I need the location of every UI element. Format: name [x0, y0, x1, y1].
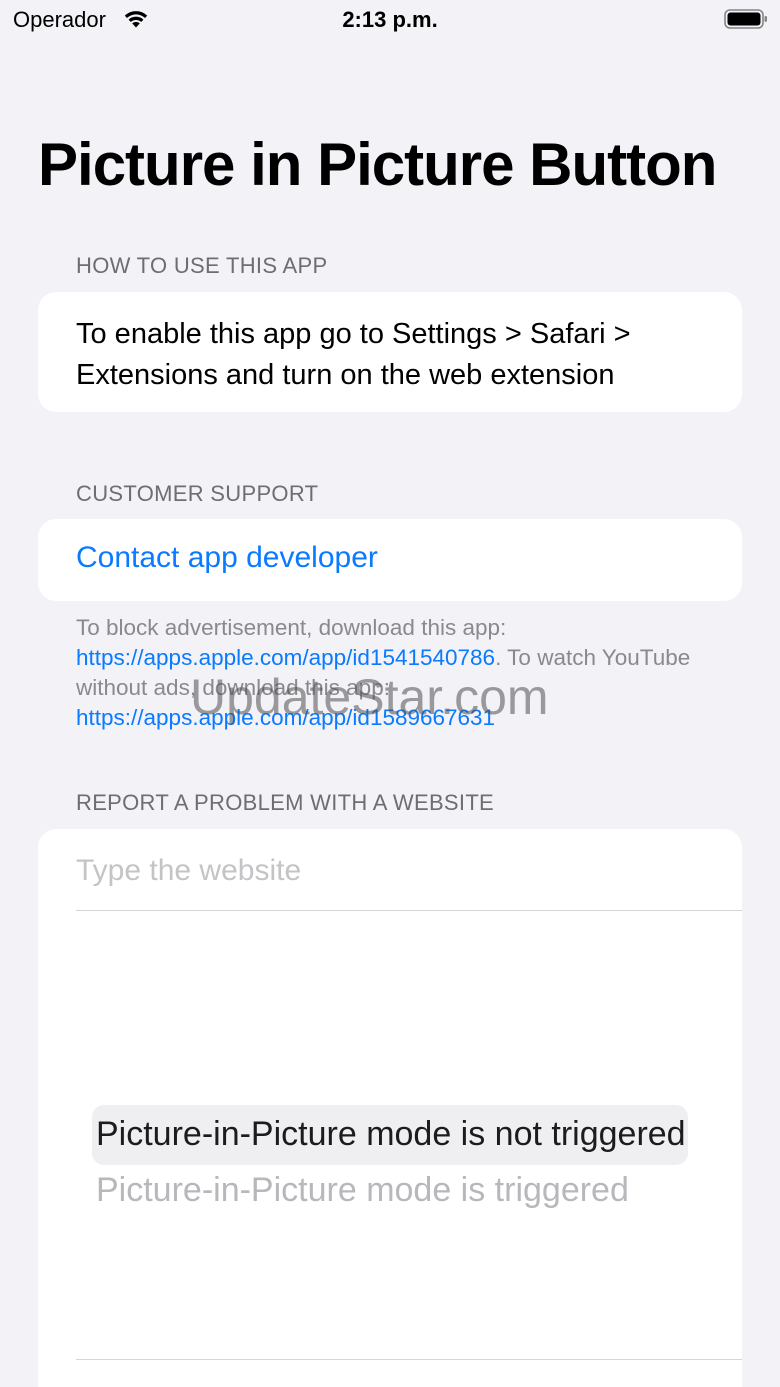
- footer-text-1: To block advertisement, download this ap…: [76, 615, 507, 640]
- report-section-header: REPORT A PROBLEM WITH A WEBSITE: [76, 790, 495, 815]
- how-to-section-header: HOW TO USE THIS APP: [76, 253, 328, 278]
- youtube-app-link[interactable]: https://apps.apple.com/app/id1589667631: [76, 705, 495, 730]
- battery-full-icon: [724, 9, 767, 29]
- website-input[interactable]: [76, 849, 736, 893]
- support-card[interactable]: Contact app developer: [38, 519, 742, 601]
- adblock-app-link[interactable]: https://apps.apple.com/app/id1541540786: [76, 645, 495, 670]
- status-time: 2:13 p.m.: [342, 7, 438, 32]
- picker-option-not-triggered[interactable]: Picture-in-Picture mode is not triggered: [96, 1115, 696, 1154]
- contact-developer-link[interactable]: Contact app developer: [76, 541, 378, 575]
- how-to-card: To enable this app go to Settings > Safa…: [38, 292, 742, 412]
- how-to-instructions: To enable this app go to Settings > Safa…: [76, 318, 631, 391]
- picker-divider: [76, 1359, 742, 1360]
- page-title: Picture in Picture Button: [38, 131, 717, 198]
- support-footer-note: To block advertisement, download this ap…: [76, 613, 726, 733]
- input-divider: [76, 910, 742, 911]
- status-bar: Operador 2:13 p.m.: [0, 0, 780, 40]
- picker-option-triggered[interactable]: Picture-in-Picture mode is triggered: [96, 1171, 696, 1210]
- report-card: Picture-in-Picture mode is not triggered…: [38, 829, 742, 1387]
- support-section-header: CUSTOMER SUPPORT: [76, 481, 319, 506]
- app-screen: Operador 2:13 p.m. Picture in Picture Bu…: [0, 0, 780, 1387]
